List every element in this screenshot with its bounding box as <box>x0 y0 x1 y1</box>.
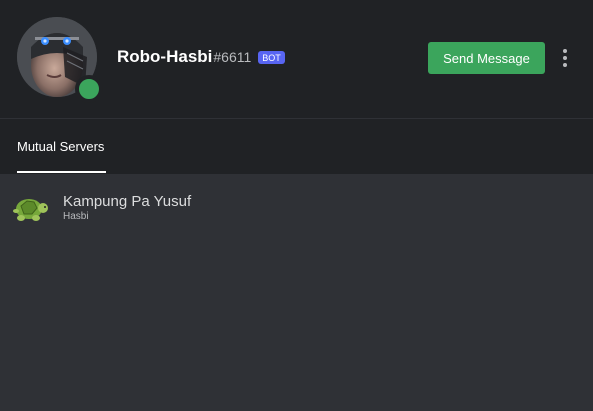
bot-badge: BOT <box>258 50 285 64</box>
server-name: Kampung Pa Yusuf <box>63 193 192 210</box>
tab-bar: Mutual Servers <box>0 119 593 174</box>
more-vertical-icon-dot <box>563 56 567 60</box>
send-message-button[interactable]: Send Message <box>428 42 545 74</box>
server-nickname: Hasbi <box>63 211 89 222</box>
name-row: Robo-Hasbi #6611 BOT <box>117 46 285 68</box>
username: Robo-Hasbi <box>117 47 213 66</box>
more-vertical-icon <box>563 49 567 53</box>
online-status-indicator <box>75 75 103 103</box>
mutual-servers-list: Kampung Pa Yusuf Hasbi <box>0 174 593 411</box>
avatar <box>17 17 103 103</box>
turtle-icon <box>12 191 50 225</box>
discriminator: #6611 <box>213 49 252 65</box>
more-options-button[interactable] <box>557 47 573 69</box>
more-vertical-icon-dot <box>563 63 567 67</box>
active-tab-indicator <box>17 171 106 173</box>
tab-mutual-servers[interactable]: Mutual Servers <box>17 119 104 174</box>
list-item[interactable]: Kampung Pa Yusuf Hasbi <box>12 190 572 226</box>
profile-header: Robo-Hasbi #6611 BOT Send Message <box>0 0 593 118</box>
